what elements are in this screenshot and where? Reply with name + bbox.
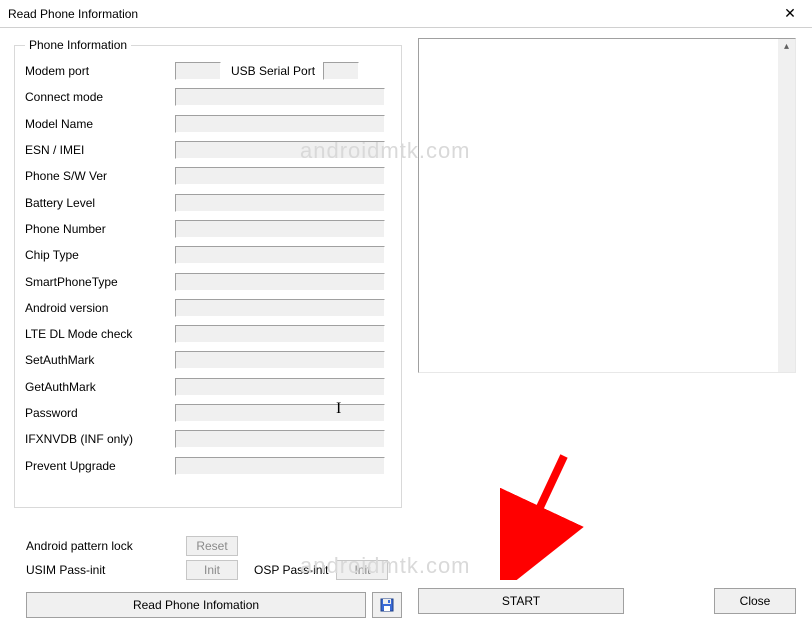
- pattern-lock-row: Android pattern lock Reset: [26, 534, 402, 558]
- disk-icon-button[interactable]: [372, 592, 402, 618]
- info-row: Phone S/W Ver: [25, 163, 391, 189]
- modem-port-value: [175, 62, 221, 80]
- close-icon[interactable]: ✕: [768, 0, 812, 28]
- info-row: Android version: [25, 295, 391, 321]
- info-label: Password: [25, 406, 175, 420]
- info-label: Android version: [25, 301, 175, 315]
- phone-information-group: Phone Information Modem port USB Serial …: [14, 38, 402, 508]
- info-row: SmartPhoneType: [25, 268, 391, 294]
- info-label: SmartPhoneType: [25, 275, 175, 289]
- info-row: Password: [25, 400, 391, 426]
- info-label: Connect mode: [25, 90, 175, 104]
- start-button[interactable]: START: [418, 588, 624, 614]
- info-label: Phone Number: [25, 222, 175, 236]
- info-value: [175, 246, 385, 264]
- right-column: ▴ PC Memory check Total Physical memory3…: [418, 38, 796, 626]
- scrollbar[interactable]: ▴: [778, 39, 795, 372]
- info-value: [175, 115, 385, 133]
- info-label: GetAuthMark: [25, 380, 175, 394]
- pattern-lock-label: Android pattern lock: [26, 539, 186, 553]
- info-row: ESN / IMEI: [25, 137, 391, 163]
- info-value: [175, 220, 385, 238]
- info-label: Phone S/W Ver: [25, 169, 175, 183]
- info-value: [175, 457, 385, 475]
- info-label: SetAuthMark: [25, 353, 175, 367]
- info-label: Chip Type: [25, 248, 175, 262]
- usim-init-button[interactable]: Init: [186, 560, 238, 580]
- osp-init-button[interactable]: Init: [336, 560, 388, 580]
- usim-row: USIM Pass-init Init OSP Pass-init Init: [26, 558, 402, 582]
- left-column: Phone Information Modem port USB Serial …: [14, 38, 402, 626]
- info-row: GetAuthMark: [25, 374, 391, 400]
- info-row: Model Name: [25, 111, 391, 137]
- usb-serial-label: USB Serial Port: [231, 64, 315, 78]
- phone-info-legend: Phone Information: [25, 38, 131, 52]
- reset-button[interactable]: Reset: [186, 536, 238, 556]
- osp-label: OSP Pass-init: [254, 563, 328, 577]
- read-phone-info-button[interactable]: Read Phone Infomation: [26, 592, 366, 618]
- bottom-controls: Android pattern lock Reset USIM Pass-ini…: [26, 534, 402, 582]
- scroll-up-icon[interactable]: ▴: [778, 41, 795, 52]
- info-row: Connect mode: [25, 84, 391, 110]
- info-label: ESN / IMEI: [25, 143, 175, 157]
- titlebar: Read Phone Information ✕: [0, 0, 812, 28]
- info-row: IFXNVDB (INF only): [25, 426, 391, 452]
- modem-port-label: Modem port: [25, 64, 175, 78]
- info-row: Battery Level: [25, 189, 391, 215]
- info-value: [175, 141, 385, 159]
- modem-port-row: Modem port USB Serial Port: [25, 58, 391, 84]
- info-value: [175, 299, 385, 317]
- info-row: Prevent Upgrade: [25, 452, 391, 478]
- info-value: [175, 194, 385, 212]
- info-label: Battery Level: [25, 196, 175, 210]
- info-row: LTE DL Mode check: [25, 321, 391, 347]
- info-value: [175, 88, 385, 106]
- info-value: [175, 273, 385, 291]
- close-button[interactable]: Close: [714, 588, 796, 614]
- info-row: Chip Type: [25, 242, 391, 268]
- info-value: [175, 404, 385, 422]
- info-label: Prevent Upgrade: [25, 459, 175, 473]
- info-value: [175, 351, 385, 369]
- window-title: Read Phone Information: [8, 7, 138, 21]
- info-label: IFXNVDB (INF only): [25, 432, 175, 446]
- info-value: [175, 430, 385, 448]
- info-label: Model Name: [25, 117, 175, 131]
- info-value: [175, 167, 385, 185]
- info-label: LTE DL Mode check: [25, 327, 175, 341]
- usb-serial-value: [323, 62, 359, 80]
- info-row: Phone Number: [25, 216, 391, 242]
- content-area: Phone Information Modem port USB Serial …: [0, 28, 812, 629]
- info-value: [175, 378, 385, 396]
- log-textarea[interactable]: ▴: [418, 38, 796, 373]
- read-row: Read Phone Infomation: [26, 592, 402, 622]
- info-row: SetAuthMark: [25, 347, 391, 373]
- usim-label: USIM Pass-init: [26, 563, 186, 577]
- floppy-disk-icon: [380, 598, 394, 612]
- info-value: [175, 325, 385, 343]
